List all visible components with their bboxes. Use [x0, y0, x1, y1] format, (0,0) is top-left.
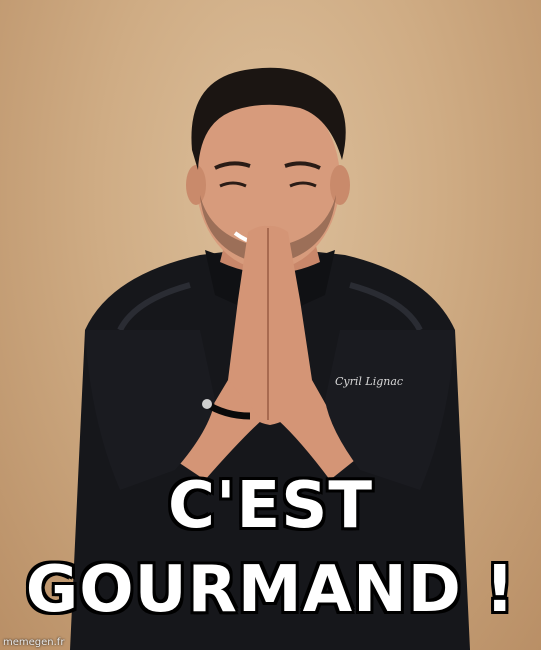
memegen-watermark: memegen.fr: [3, 637, 65, 648]
meme-image: Cyril Lignac C'EST GOURMAND ! memegen.fr: [0, 0, 541, 650]
caption-bottom: GOURMAND !: [25, 553, 516, 627]
jacket-embroidery: Cyril Lignac: [335, 375, 403, 388]
caption-top: C'EST: [167, 469, 374, 543]
